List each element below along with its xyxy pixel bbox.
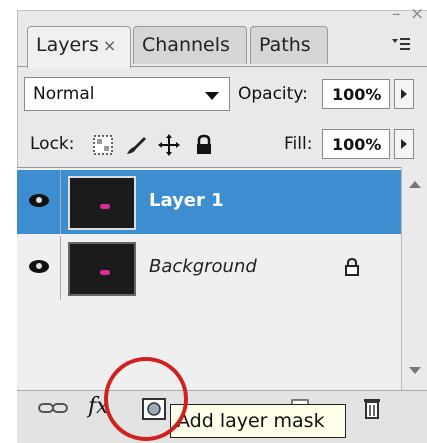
opacity-slider-button[interactable] — [394, 79, 414, 109]
layer-thumbnail — [68, 242, 136, 296]
lock-label: Lock: — [30, 134, 75, 154]
lock-all-icon[interactable] — [194, 134, 216, 156]
fill-label: Fill: — [284, 134, 313, 154]
trash-icon[interactable] — [362, 396, 382, 419]
lock-move-icon[interactable] — [158, 134, 180, 156]
fill-field[interactable]: 100% — [322, 129, 390, 159]
tab-channels[interactable]: Channels — [133, 26, 247, 64]
minimize-button[interactable]: – — [392, 4, 401, 24]
scroll-up-icon[interactable] — [409, 181, 421, 188]
thumbnail-figure — [100, 270, 110, 275]
tab-paths[interactable]: Paths — [250, 26, 328, 64]
opacity-value: 100% — [332, 85, 382, 104]
tab-layers[interactable]: Layers × — [27, 26, 131, 68]
opacity-label: Opacity: — [238, 84, 308, 104]
panel-menu-icon[interactable] — [390, 36, 412, 54]
fill-value: 100% — [332, 135, 382, 154]
layers-scrollbar[interactable] — [401, 167, 427, 390]
close-panel-button[interactable]: × — [410, 4, 424, 24]
layer-thumbnail — [68, 176, 136, 230]
tab-paths-label: Paths — [259, 34, 311, 56]
eye-icon — [29, 194, 49, 207]
tab-close-icon[interactable]: × — [103, 36, 116, 55]
tab-layers-label: Layers — [36, 34, 99, 56]
scroll-down-icon[interactable] — [409, 367, 421, 374]
opacity-field[interactable]: 100% — [322, 79, 390, 109]
link-layers-icon[interactable] — [38, 400, 68, 422]
visibility-toggle[interactable] — [17, 170, 61, 234]
layer-name[interactable]: Layer 1 — [149, 190, 224, 211]
highlight-circle — [104, 357, 188, 441]
eye-icon — [29, 260, 49, 273]
tooltip: Add layer mask — [170, 404, 346, 438]
layer-row-background[interactable]: Background — [17, 236, 401, 300]
chevron-down-icon — [205, 92, 219, 100]
tab-channels-label: Channels — [142, 34, 230, 56]
layer-row-layer-1[interactable]: Layer 1 — [17, 170, 401, 234]
fill-slider-button[interactable] — [394, 129, 414, 159]
tooltip-text: Add layer mask — [177, 410, 325, 432]
layer-name[interactable]: Background — [149, 256, 257, 277]
lock-icon — [344, 257, 360, 280]
visibility-toggle[interactable] — [17, 236, 61, 300]
lock-paint-icon[interactable] — [124, 134, 146, 156]
layers-list: Layer 1 Background — [17, 167, 401, 390]
blend-mode-value: Normal — [33, 84, 95, 104]
blend-mode-dropdown[interactable]: Normal — [24, 77, 230, 111]
lock-transparent-icon[interactable] — [92, 134, 114, 156]
thumbnail-figure — [100, 204, 110, 209]
